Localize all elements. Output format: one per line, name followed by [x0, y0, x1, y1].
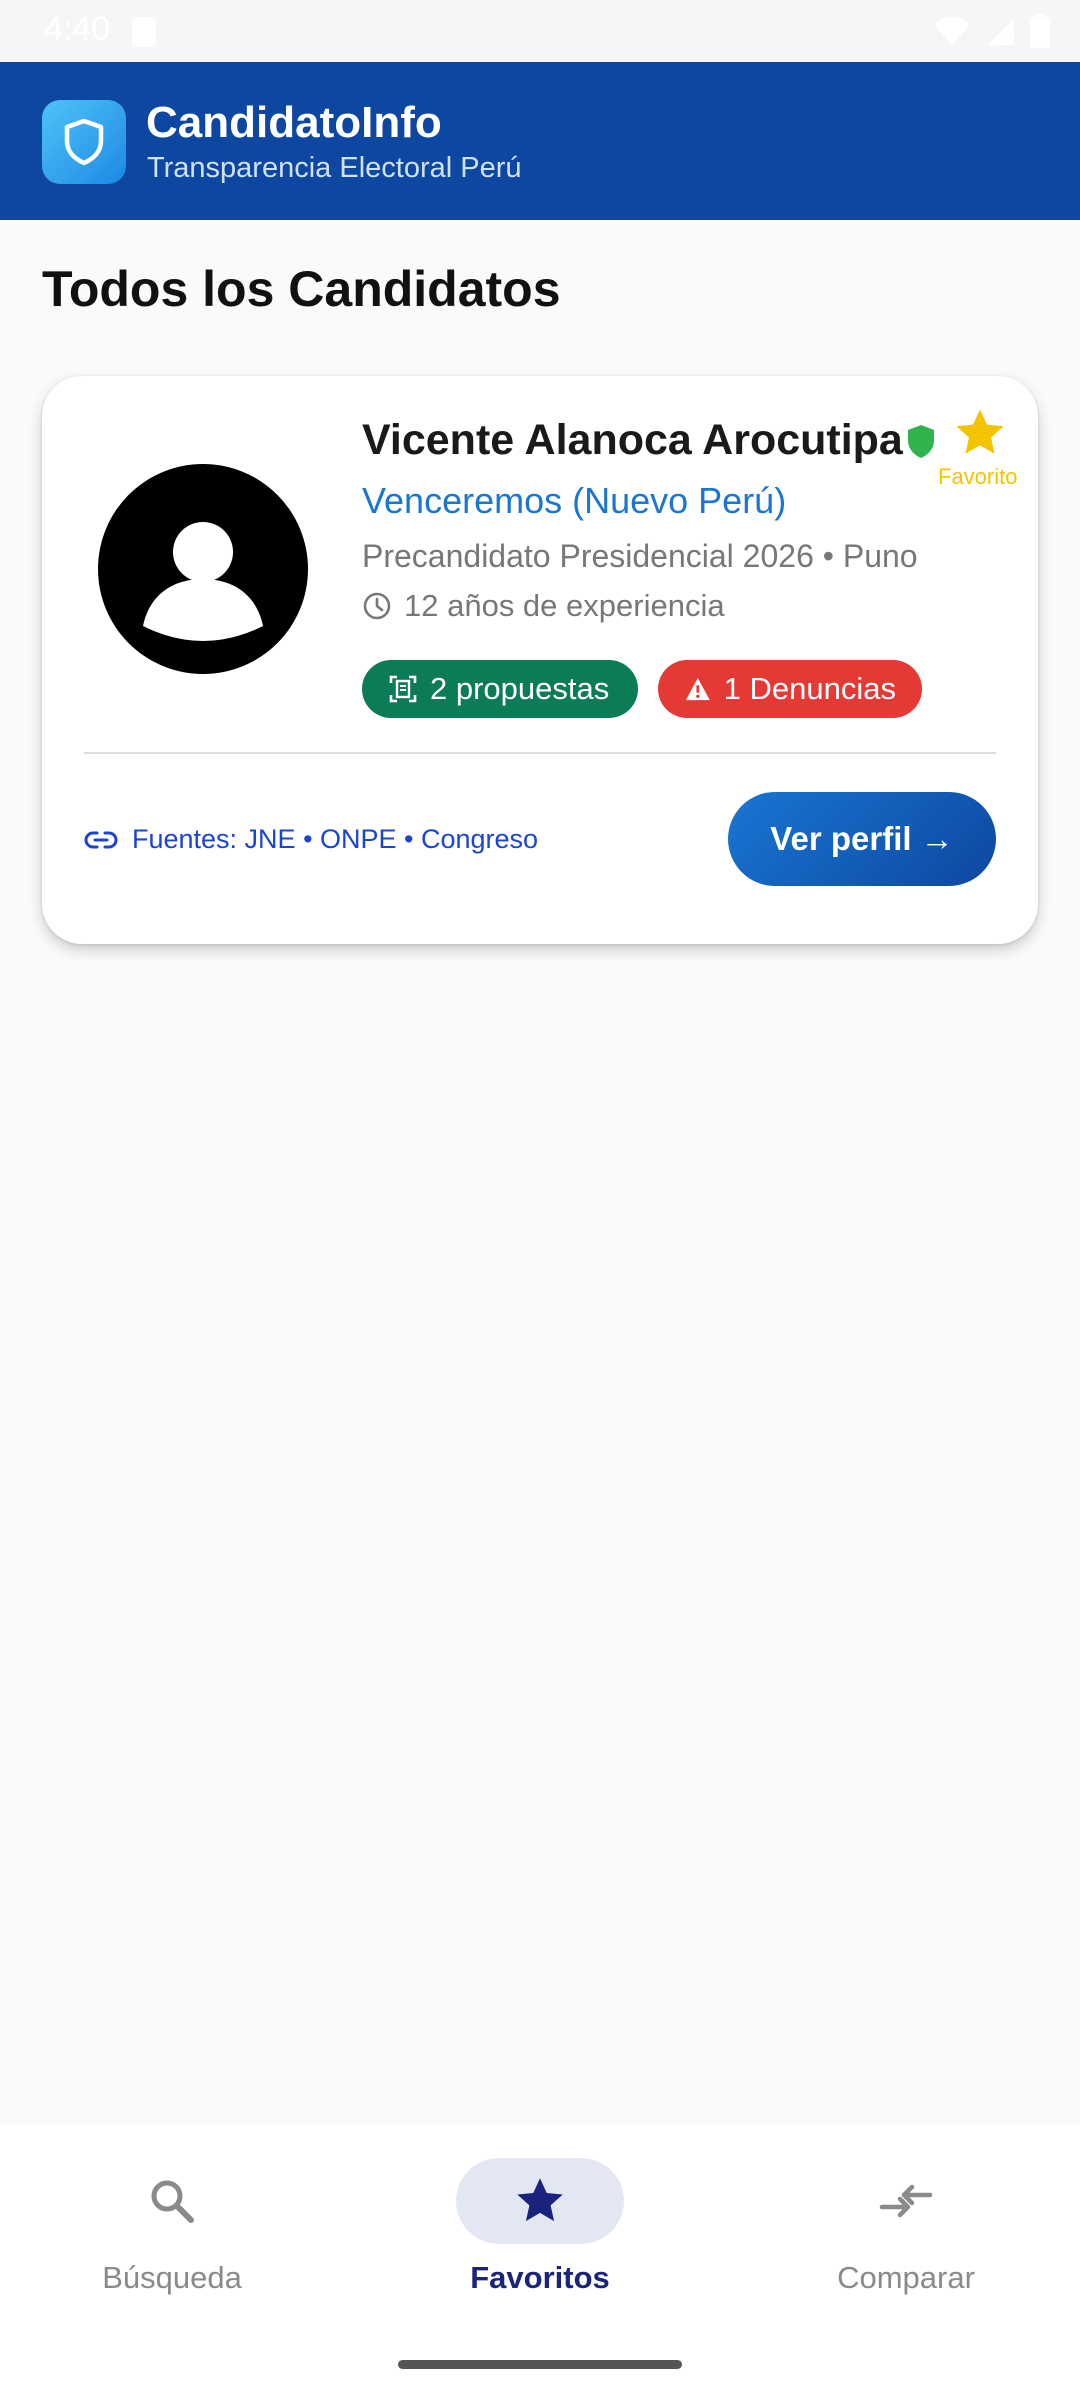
sources-text: Fuentes: JNE • ONPE • Congreso	[132, 824, 539, 854]
candidate-card[interactable]: Vicente Alanoca Arocutipa Favorito Vence…	[42, 376, 1038, 944]
candidate-party: Venceremos (Nuevo Perú)	[362, 480, 787, 521]
candidate-position: Precandidato Presidencial 2026 • Puno	[362, 538, 918, 574]
candidate-name: Vicente Alanoca Arocutipa	[362, 416, 903, 464]
status-time: 4:40	[44, 10, 111, 48]
view-profile-button[interactable]: Ver perfil →	[728, 792, 996, 886]
shield-icon	[42, 100, 126, 184]
proposals-chip-label: 2 propuestas	[430, 671, 610, 706]
nav-label-favorites: Favoritos	[470, 2260, 610, 2295]
app-header: CandidatoInfo Transparencia Electoral Pe…	[0, 62, 1080, 220]
card-divider	[84, 752, 996, 754]
nav-label-compare: Comparar	[837, 2260, 975, 2295]
search-icon	[151, 2180, 194, 2223]
star-icon	[517, 2178, 563, 2222]
app-title: CandidatoInfo	[146, 98, 442, 147]
avatar	[98, 464, 308, 674]
page-title: Todos los Candidatos	[42, 261, 561, 317]
signal-icon	[988, 19, 1014, 45]
clock-icon	[363, 592, 391, 620]
home-indicator[interactable]	[398, 2360, 682, 2369]
app-subtitle: Transparencia Electoral Perú	[147, 152, 522, 184]
verified-shield-icon	[908, 425, 934, 458]
bottom-nav: Búsqueda Favoritos Comparar	[0, 2124, 1080, 2400]
nav-favorites-pill	[456, 2158, 624, 2244]
nav-item-favorites[interactable]: Favoritos	[390, 2158, 690, 2308]
nav-item-search[interactable]: Búsqueda	[22, 2158, 322, 2308]
document-scan-icon	[389, 675, 417, 703]
battery-icon	[1030, 14, 1050, 48]
link-icon	[84, 831, 118, 848]
complaints-chip-label: 1 Denuncias	[723, 671, 896, 706]
status-bar: 4:40	[0, 0, 1080, 62]
proposals-chip[interactable]: 2 propuestas	[362, 660, 638, 718]
complaints-chip[interactable]: 1 Denuncias	[658, 660, 922, 718]
nav-search-pill	[88, 2158, 256, 2244]
sd-card-icon	[132, 17, 156, 47]
sources-link[interactable]: Fuentes: JNE • ONPE • Congreso	[84, 824, 538, 855]
warning-icon	[685, 677, 710, 701]
compare-arrows-icon	[879, 2184, 933, 2218]
favorite-star-icon[interactable]	[952, 406, 1008, 460]
nav-label-search: Búsqueda	[102, 2260, 242, 2295]
experience-text: 12 años de experiencia	[404, 588, 725, 623]
wifi-icon	[934, 16, 970, 45]
nav-item-compare[interactable]: Comparar	[756, 2158, 1056, 2308]
status-icons	[932, 14, 1050, 48]
favorite-label: Favorito	[938, 464, 1018, 489]
nav-compare-pill	[822, 2158, 990, 2244]
candidate-experience: 12 años de experiencia	[362, 588, 725, 624]
